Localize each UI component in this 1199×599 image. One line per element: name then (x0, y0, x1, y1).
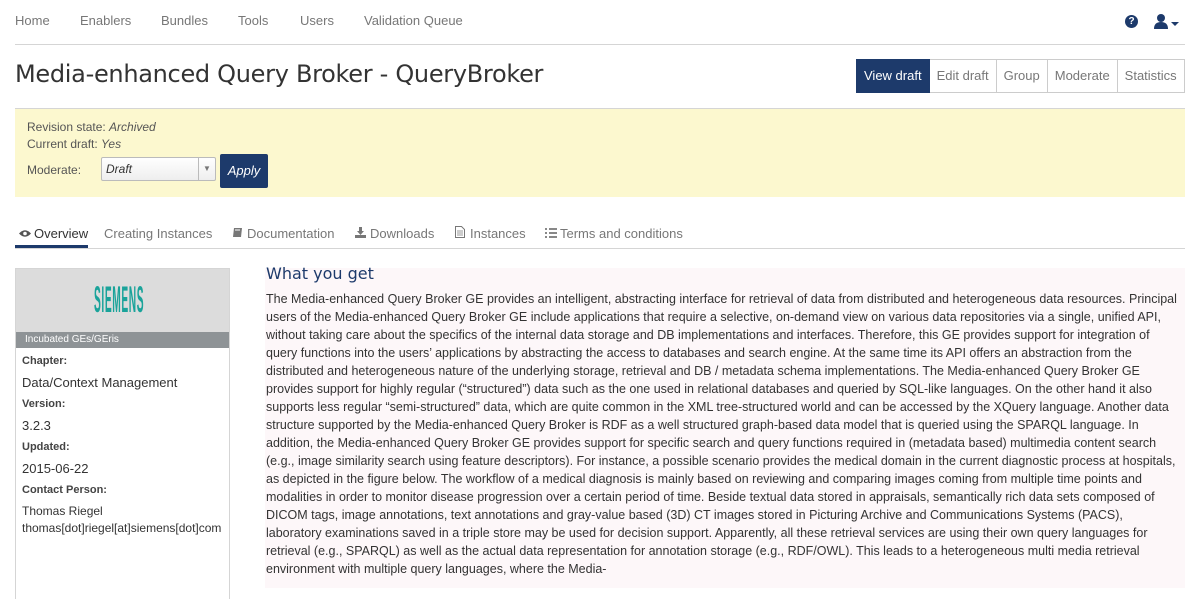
tab-instances-label: Instances (470, 226, 526, 241)
revision-state-label: Revision state: (27, 120, 106, 134)
overview-content: What you get The Media-enhanced Query Br… (265, 264, 1185, 588)
enabler-logo: SIEMENS (16, 269, 229, 332)
version-label: Version: (22, 398, 66, 410)
page-title: Media-enhanced Query Broker - QueryBroke… (15, 60, 544, 88)
moderate-select-value: Draft (106, 162, 133, 176)
enabler-info-sidebar: SIEMENS Incubated GEs/GEris Chapter: Dat… (15, 268, 230, 599)
contact-name: Thomas Riegel (22, 504, 103, 518)
moderate-select[interactable]: Draft ▼ (101, 157, 216, 181)
tab-creating-instances[interactable]: Creating Instances (104, 226, 212, 248)
tab-terms-and-conditions-label: Terms and conditions (560, 226, 683, 241)
nav-users[interactable]: Users (300, 13, 334, 28)
updated-label: Updated: (22, 441, 70, 453)
download-icon (355, 227, 367, 241)
view-draft-button[interactable]: View draft (856, 59, 930, 93)
top-navigation: Home Enablers Bundles Tools Users Valida… (15, 0, 1185, 45)
tab-overview-label: Overview (34, 226, 89, 241)
chapter-label: Chapter: (22, 355, 68, 367)
current-draft-label: Current draft: (27, 137, 98, 151)
nav-bundles[interactable]: Bundles (161, 13, 208, 28)
statistics-button[interactable]: Statistics (1117, 59, 1185, 93)
nav-home[interactable]: Home (15, 13, 50, 28)
siemens-logo: SIEMENS (94, 279, 145, 321)
contact-email: thomas[dot]riegel[at]siemens[dot]com (22, 521, 222, 535)
version-value: 3.2.3 (22, 418, 51, 433)
file-icon (455, 226, 467, 241)
nav-validation-queue[interactable]: Validation Queue (364, 13, 463, 28)
updated-value: 2015-06-22 (22, 461, 89, 476)
eye-icon (19, 229, 31, 241)
tab-overview[interactable]: Overview (15, 226, 89, 248)
current-draft-value: Yes (101, 137, 122, 151)
tab-terms-and-conditions[interactable]: Terms and conditions (545, 226, 683, 248)
tab-documentation[interactable]: Documentation (232, 226, 334, 248)
nav-enablers[interactable]: Enablers (80, 13, 131, 28)
chapter-value: Data/Context Management (22, 375, 178, 390)
revision-notice: Revision state: Archived Current draft: … (15, 109, 1185, 197)
logo-caption: Incubated GEs/GEris (16, 332, 229, 348)
tab-downloads-label: Downloads (370, 226, 435, 241)
content-tabs: Overview Creating Instances Documentatio… (15, 226, 1185, 249)
moderate-label: Moderate: (27, 163, 82, 177)
chevron-down-icon: ▼ (198, 158, 215, 180)
moderate-button[interactable]: Moderate (1047, 59, 1118, 93)
section-body: The Media-enhanced Query Broker GE provi… (266, 292, 1177, 576)
contact-person: Thomas Riegel thomas[dot]riegel[at]sieme… (22, 503, 227, 537)
help-icon[interactable]: ? (1125, 15, 1138, 28)
tab-documentation-label: Documentation (247, 226, 335, 241)
tab-downloads[interactable]: Downloads (355, 226, 434, 248)
group-button[interactable]: Group (996, 59, 1048, 93)
current-draft: Current draft: Yes (27, 137, 121, 151)
contact-label: Contact Person: (22, 484, 107, 496)
user-menu-icon[interactable] (1154, 12, 1182, 32)
edit-draft-button[interactable]: Edit draft (929, 59, 997, 93)
revision-state: Revision state: Archived (27, 120, 156, 134)
book-icon (232, 227, 244, 241)
tab-creating-instances-label: Creating Instances (104, 226, 213, 241)
nav-tools[interactable]: Tools (238, 13, 268, 28)
apply-button[interactable]: Apply (220, 154, 268, 188)
list-icon (545, 228, 557, 241)
section-heading: What you get (266, 264, 374, 283)
action-button-group: View draft Edit draft Group Moderate Sta… (856, 59, 1185, 93)
revision-state-value: Archived (109, 120, 156, 134)
tab-instances[interactable]: Instances (455, 226, 526, 248)
